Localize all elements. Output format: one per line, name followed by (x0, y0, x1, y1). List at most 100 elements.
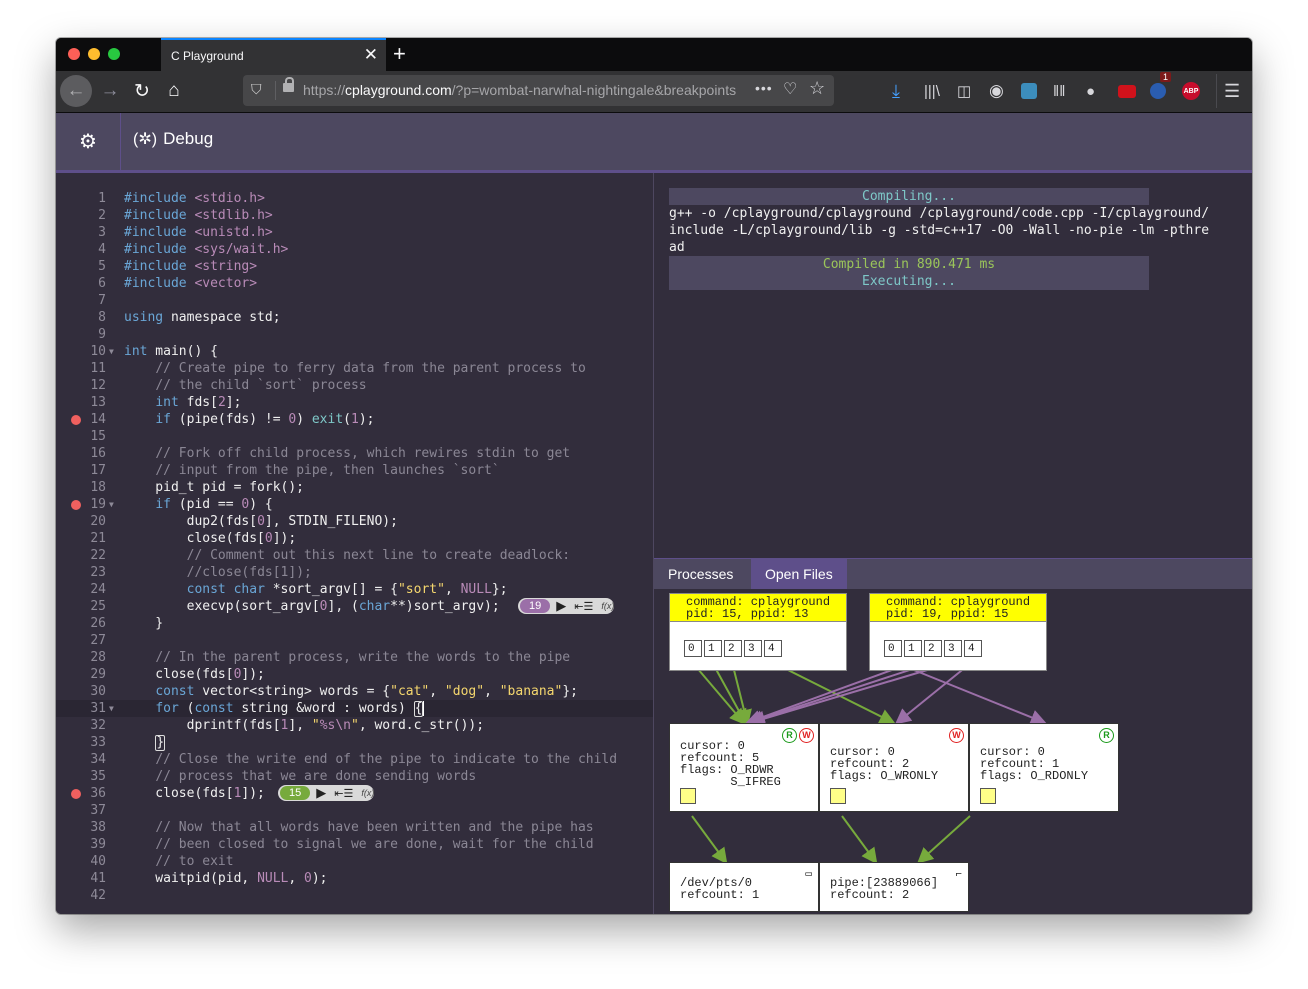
close-window-button[interactable] (68, 48, 80, 60)
fd-slot[interactable]: 3 (944, 640, 962, 657)
continue-icon[interactable]: ▶ (556, 598, 566, 614)
noscript-icon[interactable]: 1 (1150, 72, 1172, 104)
vnode-entry[interactable]: ▭ /dev/pts/0 refcount: 1 (669, 862, 819, 912)
line-number[interactable]: 24 (66, 581, 106, 598)
back-icon[interactable]: ← (60, 75, 92, 107)
code-line[interactable]: 23 //close(fds[1]); (56, 564, 653, 581)
line-number[interactable]: 19 (66, 496, 106, 513)
code-line[interactable]: 7 (56, 292, 653, 309)
settings-button[interactable]: ⚙ (56, 113, 121, 170)
hamburger-menu-icon[interactable]: ☰ (1224, 78, 1240, 104)
code-line[interactable]: 28 // In the parent process, write the w… (56, 649, 653, 666)
code-line[interactable]: 6 #include <vector> (56, 275, 653, 292)
code-line[interactable]: 39 // been closed to signal we are done,… (56, 836, 653, 853)
process-box[interactable]: command: cplayground pid: 19, ppid: 15 0 1 2… (869, 593, 1047, 671)
code-line[interactable]: 37 (56, 802, 653, 819)
fd-slot[interactable]: 4 (964, 640, 982, 657)
line-number[interactable]: 32 (66, 717, 106, 734)
fold-arrow-icon[interactable]: ▼ (109, 700, 114, 717)
code-line[interactable]: 4 #include <sys/wait.h> (56, 241, 653, 258)
star-icon[interactable]: ☆ (809, 78, 825, 99)
code-line[interactable]: 20 dup2(fds[0], STDIN_FILENO); (56, 513, 653, 530)
code-line[interactable]: 14 if (pipe(fds) != 0) exit(1); (56, 411, 653, 428)
line-number[interactable]: 4 (66, 241, 106, 258)
debug-button[interactable]: (✲) Debug (133, 129, 213, 149)
code-line[interactable]: 3 #include <unistd.h> (56, 224, 653, 241)
line-number[interactable]: 34 (66, 751, 106, 768)
code-line[interactable]: 41 waitpid(pid, NULL, 0); (56, 870, 653, 887)
fd-slot[interactable]: 2 (724, 640, 742, 657)
grid-icon[interactable]: ‖‖ (1053, 78, 1065, 104)
continue-icon[interactable]: ▶ (316, 785, 326, 801)
line-number[interactable]: 18 (66, 479, 106, 496)
code-line[interactable]: 27 (56, 632, 653, 649)
line-number[interactable]: 28 (66, 649, 106, 666)
code-line[interactable]: 12 // the child `sort` process (56, 377, 653, 394)
close-tab-icon[interactable]: ✕ (364, 45, 378, 65)
sidebar-icon[interactable]: ◫ (957, 78, 971, 104)
fd-slot[interactable]: 4 (764, 640, 782, 657)
code-line[interactable]: 22 // Comment out this next line to crea… (56, 547, 653, 564)
line-number[interactable]: 33 (66, 734, 106, 751)
code-line[interactable]: 9 (56, 326, 653, 343)
tab-processes[interactable]: Processes (654, 559, 747, 589)
fd-slot[interactable]: 1 (904, 640, 922, 657)
line-number[interactable]: 17 (66, 462, 106, 479)
step-into-function-icon[interactable]: f(x) (361, 788, 374, 798)
line-number[interactable]: 23 (66, 564, 106, 581)
new-tab-button[interactable]: + (393, 41, 406, 67)
code-line[interactable]: 34 // Close the write end of the pipe to… (56, 751, 653, 768)
code-line[interactable]: 29 close(fds[0]); (56, 666, 653, 683)
extension-dots-icon[interactable]: ● (1086, 78, 1095, 104)
code-line[interactable]: 24 const char *sort_argv[] = {"sort", NU… (56, 581, 653, 598)
video-speed-icon[interactable] (1118, 78, 1136, 104)
line-number[interactable]: 1 (66, 190, 106, 207)
code-line[interactable]: 30 const vector<string> words = {"cat", … (56, 683, 653, 700)
line-number[interactable]: 36 (66, 785, 106, 802)
line-number[interactable]: 31 (66, 700, 106, 717)
home-icon[interactable]: ⌂ (158, 75, 190, 107)
shield-icon[interactable]: ⛉ (251, 81, 267, 99)
line-number[interactable]: 7 (66, 292, 106, 309)
pocket-icon[interactable]: ♡ (783, 79, 797, 99)
vnode-entry[interactable]: ⌐ pipe:[23889066] refcount: 2 (819, 862, 969, 912)
line-number[interactable]: 27 (66, 632, 106, 649)
open-file-entry[interactable]: R Wcursor: 0 refcount: 5 flags: O_RDWR S_IF… (669, 723, 819, 812)
account-icon[interactable]: ◉ (989, 78, 1004, 104)
code-line[interactable]: 17 // input from the pipe, then launches… (56, 462, 653, 479)
open-file-entry[interactable]: Wcursor: 0 refcount: 2 flags: O_WRONLY (819, 723, 969, 812)
code-line[interactable]: 1 #include <stdio.h> (56, 190, 653, 207)
code-line[interactable]: 2 #include <stdlib.h> (56, 207, 653, 224)
maximize-window-button[interactable] (108, 48, 120, 60)
code-line[interactable]: 35 // process that we are done sending w… (56, 768, 653, 785)
line-number[interactable]: 16 (66, 445, 106, 462)
fold-arrow-icon[interactable]: ▼ (109, 496, 114, 513)
pid-badge[interactable]: 19 (520, 599, 551, 613)
line-number[interactable]: 38 (66, 819, 106, 836)
line-number[interactable]: 13 (66, 394, 106, 411)
fd-slot[interactable]: 2 (924, 640, 942, 657)
line-number[interactable]: 22 (66, 547, 106, 564)
code-line[interactable]: 32 dprintf(fds[1], "%s\n", word.c_str())… (56, 717, 653, 734)
line-number[interactable]: 35 (66, 768, 106, 785)
code-line[interactable]: 5 #include <string> (56, 258, 653, 275)
line-number[interactable]: 5 (66, 258, 106, 275)
code-line[interactable]: 40 // to exit (56, 853, 653, 870)
line-number[interactable]: 6 (66, 275, 106, 292)
line-number[interactable]: 14 (66, 411, 106, 428)
code-line[interactable]: 26 } (56, 615, 653, 632)
step-over-icon[interactable]: ⇤☰ (334, 787, 353, 800)
code-line[interactable]: 31 ▼ for (const string &word : words) { (56, 700, 653, 717)
fd-slot[interactable]: 0 (884, 640, 902, 657)
code-editor[interactable]: 1 #include <stdio.h> 2 #include <stdlib.h> 3… (56, 173, 653, 914)
line-number[interactable]: 41 (66, 870, 106, 887)
step-over-icon[interactable]: ⇤☰ (574, 600, 593, 613)
line-number[interactable]: 11 (66, 360, 106, 377)
reload-icon[interactable]: ↻ (126, 75, 158, 107)
line-number[interactable]: 2 (66, 207, 106, 224)
code-line[interactable]: 16 // Fork off child process, which rewi… (56, 445, 653, 462)
code-line[interactable]: 42 (56, 887, 653, 904)
pid-badge[interactable]: 15 (280, 786, 311, 800)
line-number[interactable]: 37 (66, 802, 106, 819)
step-into-function-icon[interactable]: f(x) (601, 601, 614, 611)
